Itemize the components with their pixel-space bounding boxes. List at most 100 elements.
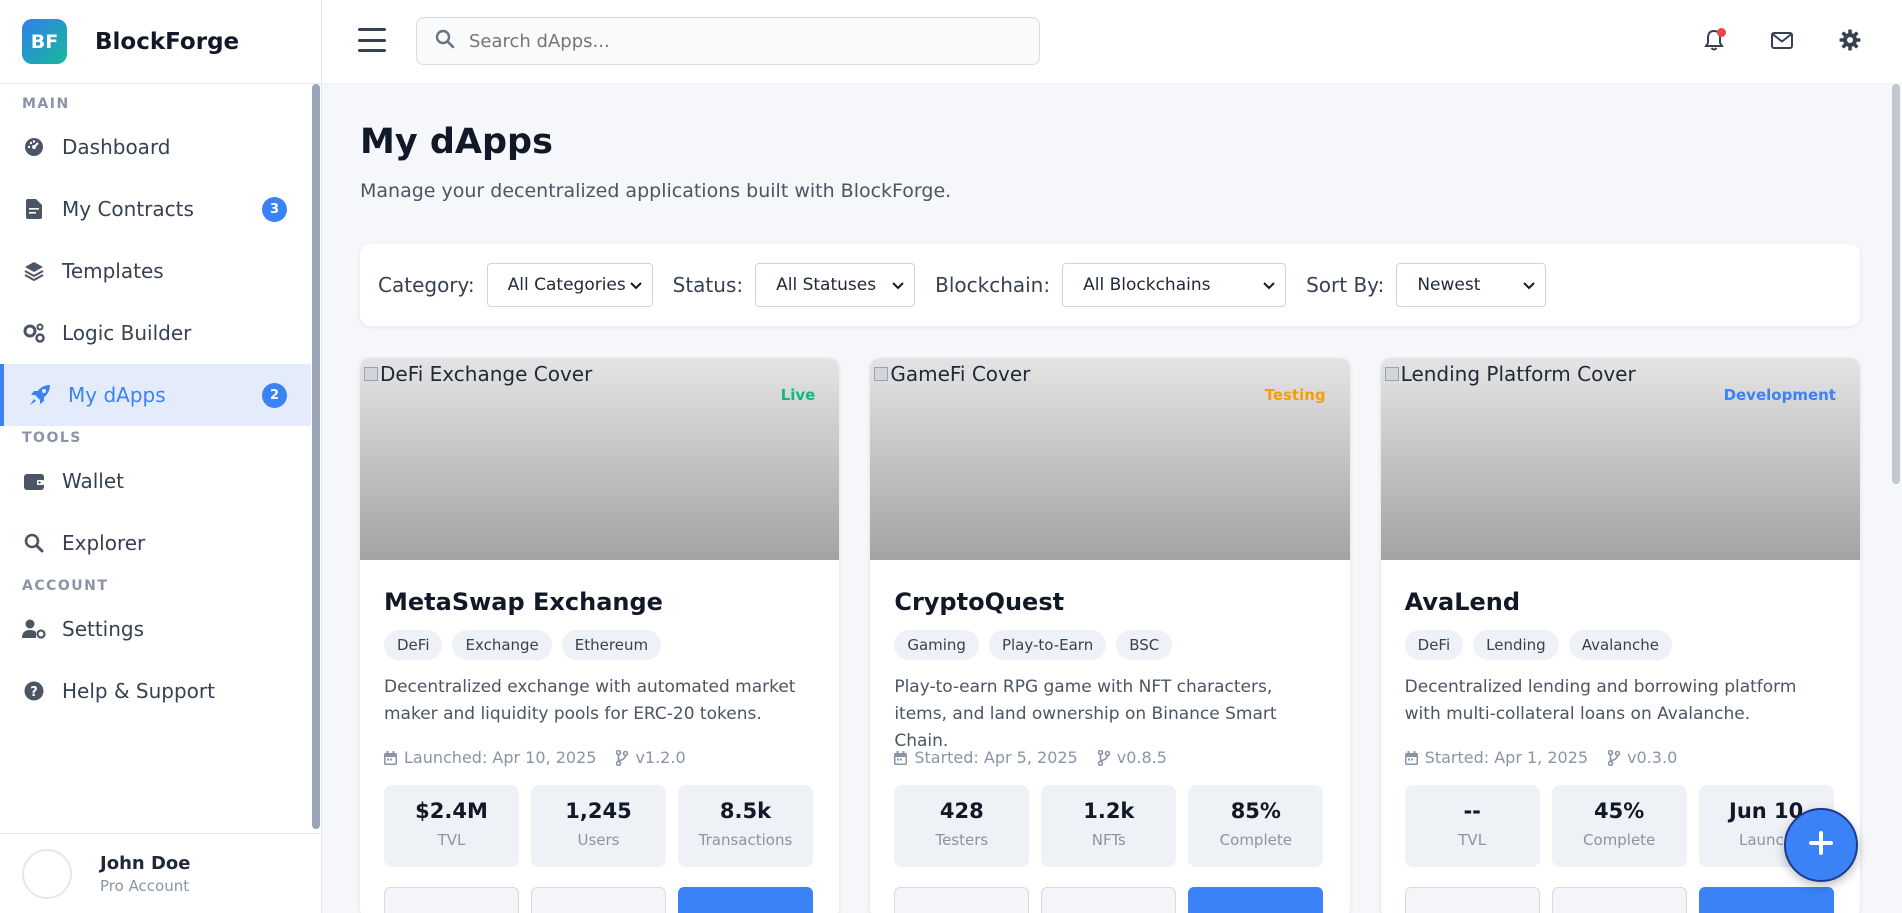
- contracts-count-badge: 3: [262, 196, 287, 222]
- branch-icon: [616, 749, 629, 766]
- notifications-button[interactable]: [1698, 26, 1730, 58]
- chevron-down-icon: [629, 275, 642, 295]
- main-content: My dApps Manage your decentralized appli…: [360, 84, 1860, 913]
- messages-button[interactable]: [1766, 26, 1798, 58]
- card-action-button[interactable]: [531, 887, 666, 913]
- gears-icon: [22, 321, 46, 345]
- add-dapp-button[interactable]: [1784, 808, 1858, 882]
- blockchain-select[interactable]: All Blockchains: [1062, 263, 1287, 307]
- user-gear-icon: [22, 617, 46, 641]
- status-badge: Live: [780, 386, 816, 404]
- sidebar-item-wallet[interactable]: Wallet: [0, 450, 311, 512]
- sidebar-item-my-dapps[interactable]: My dApps 2: [0, 364, 311, 426]
- card-version: v0.8.5: [1116, 748, 1167, 767]
- sidebar-item-label: Logic Builder: [62, 321, 192, 345]
- tag: Lending: [1473, 630, 1559, 660]
- sidebar-item-logic-builder[interactable]: Logic Builder: [0, 302, 311, 364]
- status-select[interactable]: All Statuses: [755, 263, 916, 307]
- sidebar-item-label: My Contracts: [62, 197, 194, 221]
- card-primary-action-button[interactable]: [1188, 887, 1324, 913]
- card-description: Play-to-earn RPG game with NFT character…: [894, 677, 1277, 751]
- sidebar-item-explorer[interactable]: Explorer: [0, 512, 311, 574]
- tag: BSC: [1116, 630, 1173, 660]
- section-label-tools: TOOLS: [22, 430, 82, 446]
- card-cover-image: Lending Platform Cover Development: [1380, 358, 1860, 560]
- notification-dot: [1717, 28, 1726, 37]
- dapp-card[interactable]: GameFi Cover Testing CryptoQuest Gaming …: [870, 358, 1350, 913]
- card-title[interactable]: CryptoQuest: [894, 588, 1325, 616]
- sidebar-scroll-thumb[interactable]: [312, 84, 320, 829]
- card-action-button[interactable]: [894, 887, 1030, 913]
- blockchain-filter-label: Blockchain:: [935, 273, 1051, 297]
- status-badge: Testing: [1264, 386, 1326, 404]
- cover-alt-text: Lending Platform Cover: [1384, 362, 1636, 386]
- card-title[interactable]: MetaSwap Exchange: [384, 588, 815, 616]
- card-action-button[interactable]: [384, 887, 519, 913]
- card-action-button[interactable]: [1404, 887, 1540, 913]
- card-action-button[interactable]: [1041, 887, 1177, 913]
- cover-alt-text: GameFi Cover: [874, 362, 1030, 386]
- mail-icon: [1771, 31, 1793, 53]
- sidebar: BF BlockForge MAIN Dashboard My Contract…: [0, 0, 322, 913]
- sidebar-item-templates[interactable]: Templates: [0, 240, 311, 302]
- card-primary-action-button[interactable]: [1698, 887, 1834, 913]
- user-name: John Doe: [100, 852, 191, 874]
- page-scroll-thumb[interactable]: [1892, 84, 1900, 484]
- section-label-account: ACCOUNT: [22, 578, 109, 594]
- page-scrollbar[interactable]: [1890, 84, 1902, 913]
- plus-icon: [1807, 829, 1835, 861]
- stat-box: $2.4M TVL: [384, 785, 519, 867]
- branch-icon: [1097, 749, 1110, 766]
- card-date: Started: Apr 5, 2025: [914, 748, 1078, 767]
- gear-icon: [1839, 29, 1861, 55]
- dapp-card[interactable]: DeFi Exchange Cover Live MetaSwap Exchan…: [360, 358, 840, 913]
- stat-box: 428 Testers: [894, 785, 1030, 867]
- sidebar-nav: MAIN Dashboard My Contracts 3 Templates …: [0, 84, 311, 833]
- sort-select-value: Newest: [1417, 275, 1481, 295]
- sidebar-item-my-contracts[interactable]: My Contracts 3: [0, 178, 311, 240]
- card-title[interactable]: AvaLend: [1405, 588, 1836, 616]
- card-action-button[interactable]: [1551, 887, 1687, 913]
- sidebar-item-label: Templates: [62, 259, 164, 283]
- category-select[interactable]: All Categories: [486, 263, 653, 307]
- card-description: Decentralized exchange with automated ma…: [384, 677, 796, 724]
- status-badge: Development: [1723, 386, 1836, 404]
- calendar-icon: [384, 750, 397, 765]
- calendar-icon: [894, 750, 908, 765]
- sidebar-item-settings[interactable]: Settings: [0, 598, 311, 660]
- sidebar-item-help-support[interactable]: ? Help & Support: [0, 660, 311, 722]
- sidebar-item-dashboard[interactable]: Dashboard: [0, 116, 311, 178]
- menu-toggle-icon[interactable]: [358, 28, 386, 52]
- sidebar-item-label: Help & Support: [62, 679, 215, 703]
- user-profile[interactable]: John Doe Pro Account: [0, 833, 321, 913]
- stat-box: 45% Complete: [1551, 785, 1687, 867]
- search-input[interactable]: [469, 30, 969, 52]
- settings-button[interactable]: [1834, 26, 1866, 58]
- card-cover-image: DeFi Exchange Cover Live: [360, 358, 840, 560]
- sidebar-item-label: Explorer: [62, 531, 146, 555]
- status-select-value: All Statuses: [776, 275, 877, 295]
- card-primary-action-button[interactable]: [678, 887, 813, 913]
- sidebar-item-label: My dApps: [68, 383, 166, 407]
- dashboard-icon: [22, 135, 46, 159]
- brand[interactable]: BF BlockForge: [0, 0, 321, 84]
- dapp-card-list: DeFi Exchange Cover Live MetaSwap Exchan…: [360, 358, 1860, 913]
- sort-select[interactable]: Newest: [1396, 263, 1547, 307]
- user-role: Pro Account: [100, 876, 190, 895]
- sidebar-scrollbar[interactable]: [311, 84, 321, 833]
- brand-name: BlockForge: [95, 28, 240, 55]
- calendar-icon: [1404, 750, 1418, 765]
- stat-box: 8.5k Transactions: [678, 785, 813, 867]
- status-filter-label: Status:: [672, 273, 744, 297]
- broken-image-icon: [1384, 367, 1399, 381]
- search-icon: [435, 29, 455, 53]
- sidebar-item-label: Dashboard: [62, 135, 171, 159]
- tag: Gaming: [894, 630, 979, 660]
- sidebar-item-label: Settings: [62, 617, 145, 641]
- wallet-icon: [22, 469, 46, 493]
- stat-box: 1,245 Users: [531, 785, 666, 867]
- cover-alt-text: DeFi Exchange Cover: [364, 362, 592, 386]
- card-description: Decentralized lending and borrowing plat…: [1404, 677, 1797, 724]
- avatar: [22, 848, 72, 899]
- search-box[interactable]: [416, 17, 1040, 65]
